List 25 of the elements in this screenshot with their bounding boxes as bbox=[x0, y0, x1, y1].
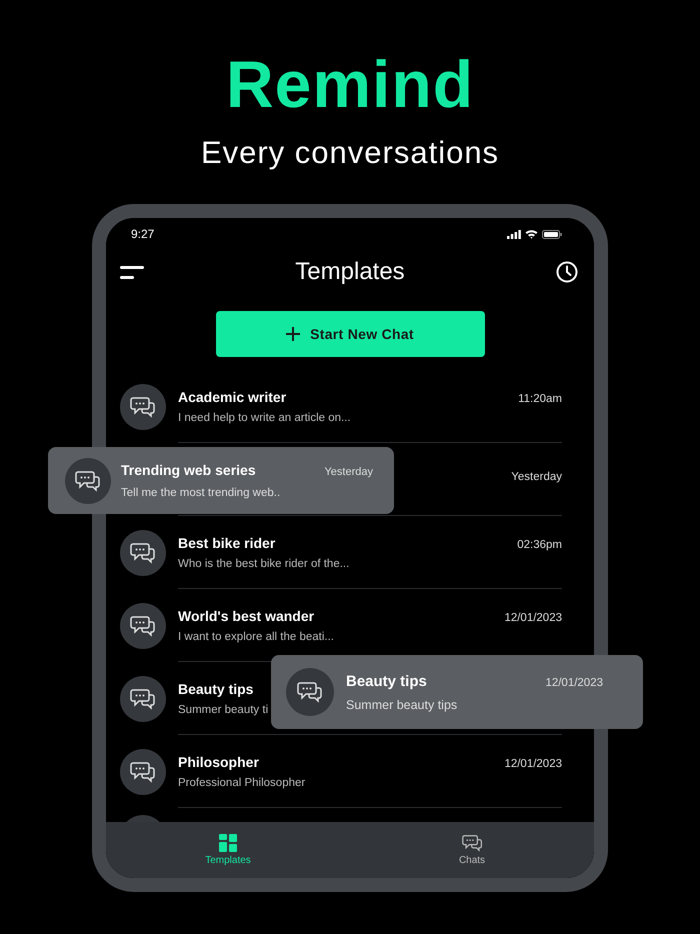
chat-preview: Who is the best bike rider of the... bbox=[178, 558, 350, 570]
chat-title: Trending web series bbox=[121, 462, 256, 478]
chat-title: Beauty tips bbox=[346, 672, 427, 690]
chat-title: Beauty tips bbox=[178, 680, 254, 696]
chat-title: Philosopher bbox=[178, 754, 259, 770]
chat-time: 02:36pm bbox=[517, 538, 562, 550]
chat-title: Best bike rider bbox=[178, 534, 276, 550]
chat-time: 12/01/2023 bbox=[545, 676, 603, 688]
status-time: 9:27 bbox=[131, 227, 154, 241]
chat-preview: Summer beauty tips bbox=[346, 698, 458, 712]
chat-preview: I need help to write an article on... bbox=[178, 412, 351, 424]
chat-time: Yesterday bbox=[324, 466, 373, 478]
chat-time: 12/01/2023 bbox=[504, 758, 562, 770]
chat-title: Academic writer bbox=[178, 388, 286, 404]
chat-title: World's best wander bbox=[178, 608, 314, 624]
subheadline: Every conversations bbox=[200, 134, 500, 172]
chat-time: Yesterday bbox=[511, 470, 562, 482]
chat-preview: Summer beauty ti bbox=[178, 704, 268, 716]
chat-preview: Professional Philosopher bbox=[178, 776, 306, 788]
chat-time: 11:20am bbox=[518, 392, 562, 404]
screen-title: Templates bbox=[295, 258, 405, 286]
chat-time: 12/01/2023 bbox=[504, 612, 562, 624]
chat-preview: I want to explore all the beati... bbox=[178, 630, 334, 642]
headline: Remind bbox=[224, 46, 476, 123]
chat-preview: Tell me the most trending web.. bbox=[121, 487, 280, 499]
